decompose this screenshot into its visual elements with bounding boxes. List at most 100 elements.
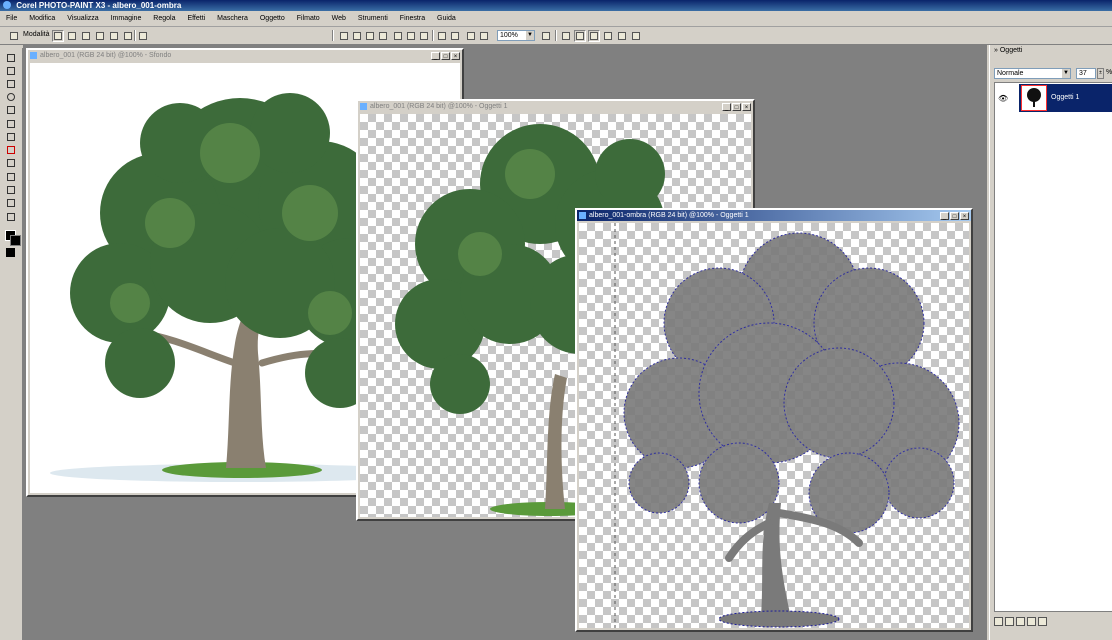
document-window-ombra[interactable]: albero_001-ombra (RGB 24 bit) @100% - Og… (575, 208, 973, 632)
menu-strumenti[interactable]: Strumenti (354, 11, 392, 26)
zoom-dropdown-arrow[interactable]: ▼ (526, 31, 534, 40)
perspective-icon[interactable] (122, 30, 134, 42)
close-button[interactable]: × (960, 212, 969, 220)
eraser-icon[interactable] (6, 119, 16, 129)
paste-icon[interactable] (418, 30, 430, 42)
zoom-icon[interactable] (6, 92, 16, 102)
close-button[interactable]: × (742, 103, 751, 111)
minimize-button[interactable]: _ (940, 212, 949, 220)
crop-icon[interactable] (6, 79, 16, 89)
scale-icon[interactable] (80, 30, 92, 42)
shape-icon[interactable] (6, 158, 16, 168)
opacity-unit: % (1106, 69, 1112, 76)
maximize-button[interactable]: □ (441, 52, 450, 60)
clone-icon[interactable] (6, 212, 16, 222)
save-icon[interactable] (364, 30, 376, 42)
blend-dropdown-arrow[interactable]: ▼ (1062, 69, 1070, 78)
workspace: albero_001 (RGB 24 bit) @100% - Sfondo _… (23, 45, 987, 640)
eyedropper-icon[interactable] (6, 105, 16, 115)
mode-label: Modalità (23, 31, 50, 38)
lock-icon[interactable] (616, 30, 628, 42)
cut-icon[interactable] (392, 30, 404, 42)
close-button[interactable]: × (451, 52, 460, 60)
menu-modifica[interactable]: Modifica (25, 11, 59, 26)
panel-collapse-icon[interactable]: » (994, 47, 998, 54)
fill-icon[interactable] (6, 172, 16, 182)
zoom-value: 100% (500, 32, 518, 39)
window-title: albero_001 (RGB 24 bit) @100% - Sfondo (40, 52, 172, 59)
copy-icon[interactable] (405, 30, 417, 42)
toolbox (0, 48, 23, 640)
maximize-button[interactable]: □ (732, 103, 741, 111)
object-thumbnail (1021, 85, 1047, 111)
menu-regola[interactable]: Regola (149, 11, 179, 26)
show-mask-marquee-icon[interactable] (588, 30, 600, 42)
new-icon[interactable] (338, 30, 350, 42)
zoom-select[interactable]: 100% ▼ (497, 30, 535, 41)
menu-oggetto[interactable]: Oggetto (256, 11, 289, 26)
menu-visualizza[interactable]: Visualizza (63, 11, 102, 26)
undo-icon[interactable] (436, 30, 448, 42)
properties-object-icon[interactable] (1027, 617, 1036, 626)
effect-icon[interactable] (6, 198, 16, 208)
red-eye-icon[interactable] (6, 145, 16, 155)
menu-effetti[interactable]: Effetti (183, 11, 209, 26)
menu-filmato[interactable]: Filmato (293, 11, 324, 26)
combine-object-icon[interactable] (1016, 617, 1025, 626)
menu-bar: File Modifica Visualizza Immagine Regola… (0, 11, 1112, 27)
export-icon[interactable] (478, 30, 490, 42)
delete-object-icon[interactable] (1038, 617, 1047, 626)
window-title-bar[interactable]: albero_001 (RGB 24 bit) @100% - Oggetti … (358, 101, 753, 112)
import-icon[interactable] (465, 30, 477, 42)
pointer-mode-icon[interactable] (8, 30, 20, 42)
skew-icon[interactable] (94, 30, 106, 42)
opacity-input[interactable]: 37 (1076, 68, 1096, 79)
move-icon[interactable] (52, 30, 64, 42)
maximize-button[interactable]: □ (950, 212, 959, 220)
menu-maschera[interactable]: Maschera (213, 11, 252, 26)
distort-icon[interactable] (108, 30, 120, 42)
blend-mode-value: Normale (997, 70, 1024, 77)
new-object-icon[interactable] (994, 617, 1003, 626)
redo-icon[interactable] (449, 30, 461, 42)
text-icon[interactable] (6, 132, 16, 142)
image-canvas[interactable] (579, 223, 969, 628)
open-icon[interactable] (351, 30, 363, 42)
print-icon[interactable] (377, 30, 389, 42)
fill-color-swatch[interactable] (6, 248, 15, 257)
app-title-bar: Corel PHOTO-PAINT X3 - albero_001-ombra (0, 0, 1112, 11)
color-mask-icon[interactable] (602, 30, 614, 42)
window-title-bar[interactable]: albero_001-ombra (RGB 24 bit) @100% - Og… (577, 210, 971, 221)
object-row-oggetti-1[interactable]: 👁 Oggetti 1 (995, 84, 1112, 112)
blend-mode-select[interactable]: Normale ▼ (994, 68, 1071, 79)
menu-finestra[interactable]: Finestra (396, 11, 429, 26)
show-object-marquee-icon[interactable] (574, 30, 586, 42)
tree-thumbnail-icon (1027, 88, 1041, 107)
rotate-icon[interactable] (66, 30, 78, 42)
pointer-icon[interactable] (6, 53, 16, 63)
menu-file[interactable]: File (2, 11, 21, 26)
mask-icon[interactable] (560, 30, 572, 42)
toolbar: Modalità (0, 27, 1112, 45)
minimize-button[interactable]: _ (722, 103, 731, 111)
minimize-button[interactable]: _ (431, 52, 440, 60)
fullscreen-icon[interactable] (540, 30, 552, 42)
apply-icon[interactable] (137, 30, 149, 42)
tree-shadow-image (614, 223, 960, 628)
menu-guida[interactable]: Guida (433, 11, 460, 26)
objects-panel-header[interactable]: » Oggetti (990, 45, 1112, 57)
menu-immagine[interactable]: Immagine (107, 11, 146, 26)
mask-tool-icon[interactable] (6, 66, 16, 76)
opacity-spinner[interactable]: ± (1097, 68, 1104, 79)
window-title-bar[interactable]: albero_001 (RGB 24 bit) @100% - Sfondo _… (28, 50, 462, 61)
document-icon (579, 212, 586, 219)
duplicate-object-icon[interactable] (1005, 617, 1014, 626)
panel-footer-toolbar (994, 617, 1049, 629)
menu-web[interactable]: Web (328, 11, 350, 26)
corel-online-icon[interactable] (630, 30, 642, 42)
document-icon (30, 52, 37, 59)
paint-icon[interactable] (6, 185, 16, 195)
eye-icon[interactable]: 👁 (998, 94, 1008, 103)
window-title: albero_001-ombra (RGB 24 bit) @100% - Og… (589, 212, 749, 219)
background-color-swatch[interactable] (10, 235, 21, 246)
